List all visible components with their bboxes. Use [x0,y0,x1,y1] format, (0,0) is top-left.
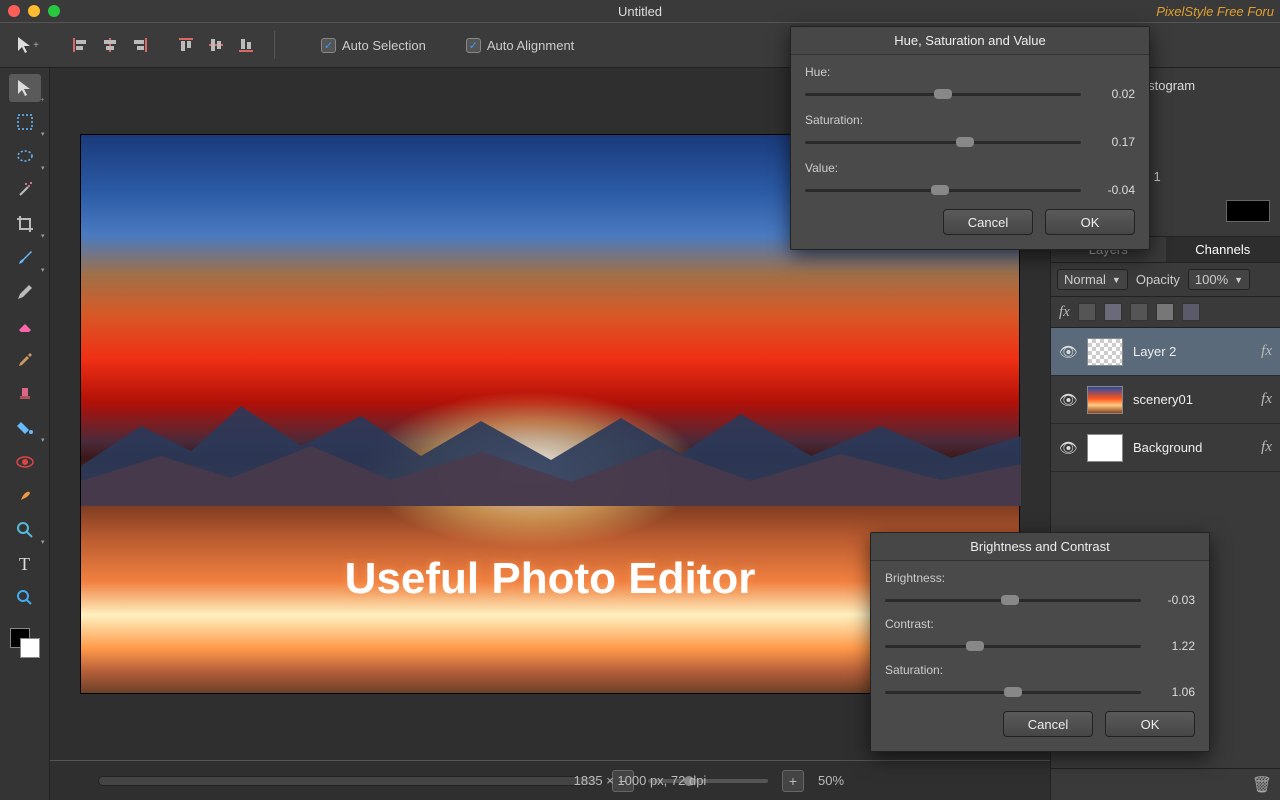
layer-fx-icon[interactable]: fx [1261,391,1272,408]
tools-palette: + ▾ ▾ ▾ ▾ ▾ ▾ T [0,68,50,800]
window-title: Untitled [618,4,662,19]
brightness-label: Brightness: [885,571,1195,585]
window-close[interactable] [8,5,20,17]
opacity-label: Opacity [1136,272,1180,287]
align-center-v-icon[interactable] [204,33,228,57]
zoom-tool-icon[interactable]: ▾ [9,516,41,544]
canvas-dimensions: 1835 × 1000 px, 72 dpi [574,773,707,788]
value-label: Value: [805,161,1135,175]
layer-name: scenery01 [1133,392,1251,407]
brush-tool-icon[interactable]: ▾ [9,244,41,272]
canvas-text-overlay: Useful Photo Editor [345,554,756,604]
clone-stamp-tool-icon[interactable] [9,380,41,408]
tab-channels[interactable]: Channels [1166,237,1280,262]
ellipse-select-tool-icon[interactable]: ▾ [9,142,41,170]
fx-square-1[interactable] [1078,303,1096,321]
layer-item[interactable]: 👁 scenery01 fx [1051,376,1280,424]
layer-fx-icon[interactable]: fx [1261,343,1272,360]
fx-square-3[interactable] [1130,303,1148,321]
hsv-dialog-title: Hue, Saturation and Value [791,27,1149,55]
hue-value: 0.02 [1091,87,1135,101]
bc-saturation-label: Saturation: [885,663,1195,677]
fx-square-2[interactable] [1104,303,1122,321]
layer-thumbnail [1087,434,1123,462]
move-tool-icon[interactable]: + [9,74,41,102]
brand-link[interactable]: PixelStyle Free Foru [1156,4,1274,19]
layer-item[interactable]: 👁 Layer 2 fx [1051,328,1280,376]
hsv-dialog: Hue, Saturation and Value Hue: 0.02 Satu… [790,26,1150,250]
mountain-shapes [81,386,1021,506]
fx-square-5[interactable] [1182,303,1200,321]
value-value: -0.04 [1091,183,1135,197]
horizontal-scrollbar[interactable] [98,776,598,786]
rect-select-tool-icon[interactable]: ▾ [9,108,41,136]
fx-icon[interactable]: fx [1059,304,1070,321]
search-tool-icon[interactable] [9,584,41,612]
magic-wand-tool-icon[interactable] [9,176,41,204]
layer-item[interactable]: 👁 Background fx [1051,424,1280,472]
align-right-icon[interactable] [128,33,152,57]
hsv-cancel-button[interactable]: Cancel [943,209,1033,235]
align-top-icon[interactable] [174,33,198,57]
hsv-ok-button[interactable]: OK [1045,209,1135,235]
window-minimize[interactable] [28,5,40,17]
layer-fx-icon[interactable]: fx [1261,439,1272,456]
fx-square-4[interactable] [1156,303,1174,321]
layer-name: Background [1133,440,1251,455]
bc-ok-button[interactable]: OK [1105,711,1195,737]
brightness-slider[interactable] [885,599,1141,602]
bucket-tool-icon[interactable]: ▾ [9,414,41,442]
layer-thumbnail [1087,338,1123,366]
bc-cancel-button[interactable]: Cancel [1003,711,1093,737]
background-swatch[interactable] [20,638,40,658]
align-center-h-icon[interactable] [98,33,122,57]
bc-saturation-slider[interactable] [885,691,1141,694]
layer-name: Layer 2 [1133,344,1251,359]
color-swatches[interactable] [10,628,40,658]
visibility-icon[interactable]: 👁 [1059,391,1077,409]
auto-selection-label: Auto Selection [342,38,426,53]
status-bar: − + 50% 1835 × 1000 px, 72 dpi [50,760,1050,800]
redeye-tool-icon[interactable] [9,448,41,476]
value-slider[interactable] [805,189,1081,192]
align-bottom-icon[interactable] [234,33,258,57]
zoom-value: 50% [818,773,844,788]
saturation-label: Saturation: [805,113,1135,127]
contrast-slider[interactable] [885,645,1141,648]
bc-saturation-value: 1.06 [1151,685,1195,699]
auto-alignment-label: Auto Alignment [487,38,574,53]
pointer-tool-icon[interactable]: + [10,30,44,60]
saturation-slider[interactable] [805,141,1081,144]
eraser-tool-icon[interactable] [9,312,41,340]
brightness-contrast-dialog: Brightness and Contrast Brightness: -0.0… [870,532,1210,752]
visibility-icon[interactable]: 👁 [1059,343,1077,361]
crop-tool-icon[interactable]: ▾ [9,210,41,238]
radius-value: 1 [1153,169,1160,184]
text-tool-icon[interactable]: T [9,550,41,578]
smudge-tool-icon[interactable] [9,482,41,510]
opacity-dropdown[interactable]: 100%▼ [1188,269,1250,290]
hue-slider[interactable] [805,93,1081,96]
color-preview-swatch[interactable] [1226,200,1270,222]
visibility-icon[interactable]: 👁 [1059,439,1077,457]
blend-mode-dropdown[interactable]: Normal▼ [1057,269,1128,290]
trash-icon[interactable]: 🗑 [1252,775,1272,795]
eyedropper-tool-icon[interactable] [9,346,41,374]
pencil-tool-icon[interactable] [9,278,41,306]
contrast-label: Contrast: [885,617,1195,631]
brightness-value: -0.03 [1151,593,1195,607]
hue-label: Hue: [805,65,1135,79]
auto-selection-checkbox[interactable]: ✓ [321,38,336,53]
bc-dialog-title: Brightness and Contrast [871,533,1209,561]
saturation-value: 0.17 [1091,135,1135,149]
contrast-value: 1.22 [1151,639,1195,653]
window-zoom[interactable] [48,5,60,17]
titlebar: Untitled PixelStyle Free Foru [0,0,1280,22]
zoom-in-button[interactable]: + [782,770,804,792]
auto-alignment-checkbox[interactable]: ✓ [466,38,481,53]
align-left-icon[interactable] [68,33,92,57]
layer-thumbnail [1087,386,1123,414]
